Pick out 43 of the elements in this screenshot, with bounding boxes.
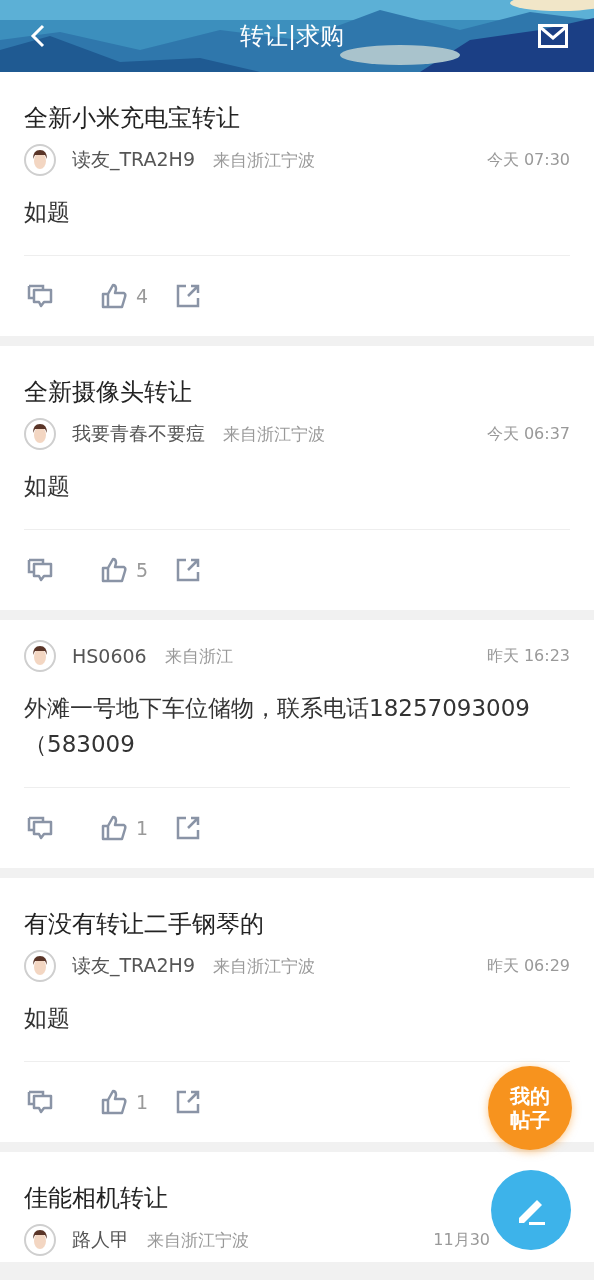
like-count: 4	[136, 285, 149, 307]
avatar-icon	[24, 640, 56, 672]
location-text: 来自浙江	[164, 644, 233, 668]
thumbs-up-icon[interactable]	[100, 282, 128, 310]
thumbs-up-icon[interactable]	[100, 814, 128, 842]
page-title: 转让|求购	[239, 21, 345, 52]
back-icon[interactable]	[30, 24, 46, 48]
avatar-icon	[24, 418, 56, 450]
post-title[interactable]: 有没有转让二手钢琴的	[24, 904, 264, 944]
post-title[interactable]: 全新摄像头转让	[24, 372, 192, 412]
comment-icon[interactable]	[26, 282, 54, 310]
location-text: 来自浙江宁波	[213, 148, 315, 172]
post-time: 昨天 16:23	[486, 645, 570, 667]
post-body: 外滩一号地下车位储物，联系电话18257093009（583009	[24, 694, 531, 759]
location-text: 来自浙江宁波	[213, 954, 315, 978]
mail-icon[interactable]	[538, 24, 568, 48]
avatar-icon	[24, 950, 56, 982]
author-name[interactable]: 我要青春不要痘	[72, 421, 205, 447]
post-time: 昨天 06:29	[486, 955, 570, 977]
like-count: 1	[136, 817, 149, 839]
like-count: 1	[136, 1091, 149, 1113]
avatar-icon	[24, 144, 56, 176]
author-name[interactable]: 路人甲	[72, 1227, 129, 1253]
post-title[interactable]: 佳能相机转让	[24, 1178, 168, 1218]
post-time: 今天 06:37	[486, 423, 570, 445]
post-body: 如题	[24, 198, 71, 227]
comment-icon[interactable]	[26, 556, 54, 584]
author-name[interactable]: 读友_TRA2H9	[72, 147, 195, 173]
post-title[interactable]: 全新小米充电宝转让	[24, 98, 240, 138]
post-body: 如题	[24, 1004, 71, 1033]
post-time: 11月30	[433, 1229, 490, 1251]
location-text: 来自浙江宁波	[223, 422, 325, 446]
thumbs-up-icon[interactable]	[100, 1088, 128, 1116]
location-text: 来自浙江宁波	[147, 1228, 249, 1252]
avatar-icon	[24, 1224, 56, 1256]
author-name[interactable]: HS0606	[72, 645, 147, 667]
comment-icon[interactable]	[26, 1088, 54, 1116]
comment-icon[interactable]	[26, 814, 54, 842]
like-count: 5	[136, 559, 149, 581]
thumbs-up-icon[interactable]	[100, 556, 128, 584]
author-name[interactable]: 读友_TRA2H9	[72, 953, 195, 979]
post-body: 如题	[24, 472, 71, 501]
post-time: 今天 07:30	[486, 149, 570, 171]
